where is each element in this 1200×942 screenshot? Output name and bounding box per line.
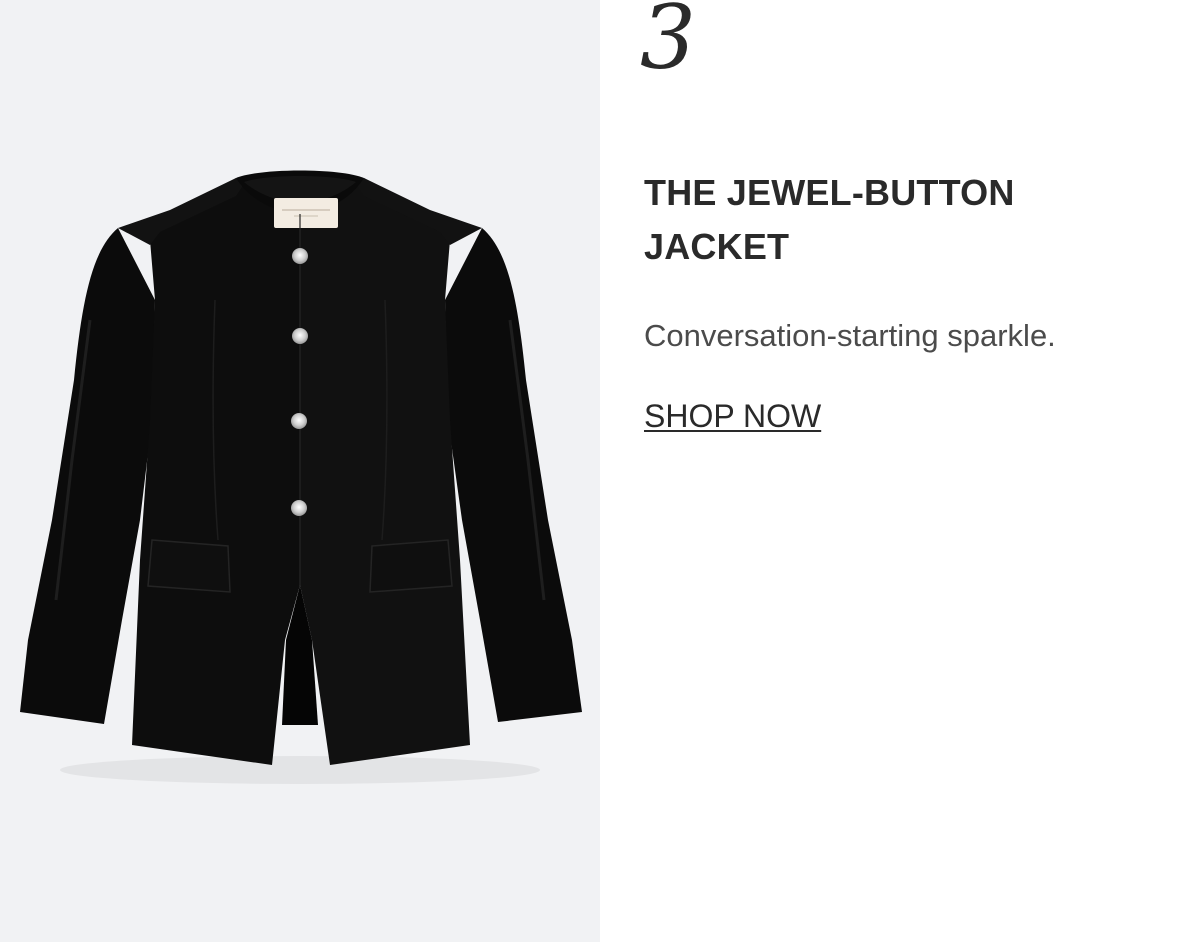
jewel-button-3 — [291, 413, 307, 429]
pocket-flap-left — [147, 539, 231, 593]
jacket-left-panel — [132, 178, 300, 765]
jacket-shadow — [60, 756, 540, 784]
product-tagline: Conversation-starting sparkle. — [644, 318, 1056, 353]
jewel-button-4 — [291, 500, 307, 516]
pocket-flap-right — [369, 539, 453, 593]
left-sleeve — [20, 228, 155, 724]
product-feature: 3 THE JEWEL-BUTTON JACKET Conversation-s… — [0, 0, 1200, 942]
right-sleeve — [445, 228, 582, 722]
jewel-button-1 — [292, 248, 308, 264]
feature-text-panel — [600, 0, 1200, 942]
product-image-panel[interactable] — [0, 0, 600, 942]
jacket-image[interactable] — [0, 0, 600, 942]
feature-number: 3 — [640, 0, 696, 89]
brand-label — [274, 198, 338, 228]
shop-now-link[interactable]: SHOP NOW — [644, 396, 821, 436]
jewel-button-2 — [292, 328, 308, 344]
product-title: THE JEWEL-BUTTON JACKET — [644, 172, 1015, 267]
